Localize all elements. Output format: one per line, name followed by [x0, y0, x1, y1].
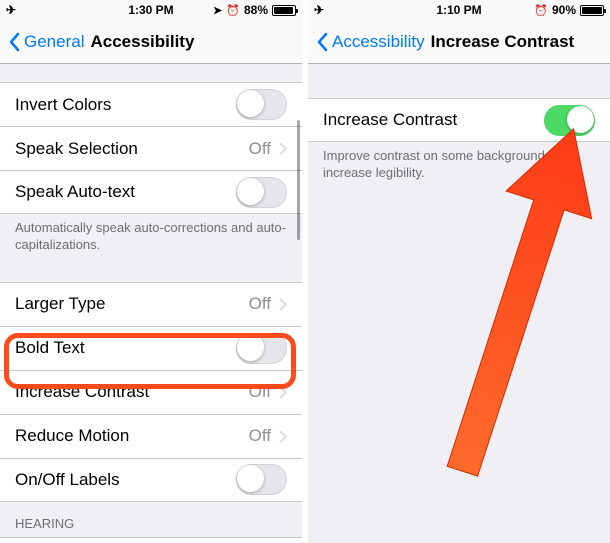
- phone-right: ✈ 1:10 PM ⏰ 90% Accessibility Increase C…: [308, 0, 610, 543]
- chevron-left-icon: [8, 32, 20, 52]
- toggle-switch[interactable]: [236, 464, 287, 495]
- row-larger-type[interactable]: Larger Type Off: [0, 282, 302, 326]
- battery-pct: 88%: [244, 3, 268, 17]
- alarm-icon: ⏰: [534, 4, 548, 17]
- row-bold-text[interactable]: Bold Text: [0, 326, 302, 370]
- status-bar: ✈ 1:10 PM ⏰ 90%: [308, 0, 610, 20]
- toggle-switch[interactable]: [544, 105, 595, 136]
- row-value: Off: [249, 139, 271, 159]
- battery-icon: [272, 5, 296, 16]
- airplane-icon: ✈: [314, 3, 324, 17]
- status-time: 1:10 PM: [436, 3, 481, 17]
- back-button[interactable]: General: [8, 32, 84, 52]
- row-label: Bold Text: [15, 338, 236, 358]
- toggle-switch[interactable]: [236, 89, 287, 120]
- battery-icon: [580, 5, 604, 16]
- airplane-icon: ✈: [6, 3, 16, 17]
- row-invert-colors[interactable]: Invert Colors: [0, 82, 302, 126]
- status-time: 1:30 PM: [128, 3, 173, 17]
- section-footer: Automatically speak auto-corrections and…: [0, 214, 302, 262]
- row-increase-contrast[interactable]: Increase Contrast Off: [0, 370, 302, 414]
- content-area[interactable]: Increase Contrast Improve contrast on so…: [308, 64, 610, 543]
- row-hearing-item[interactable]: [0, 537, 302, 543]
- nav-bar: General Accessibility: [0, 20, 302, 64]
- row-reduce-motion[interactable]: Reduce Motion Off: [0, 414, 302, 458]
- back-button[interactable]: Accessibility: [316, 32, 425, 52]
- page-title: Increase Contrast: [431, 32, 575, 52]
- location-icon: ➤: [213, 4, 222, 17]
- row-label: Invert Colors: [15, 95, 236, 115]
- row-value: Off: [249, 382, 271, 402]
- row-value: Off: [249, 426, 271, 446]
- row-label: Larger Type: [15, 294, 249, 314]
- back-label: Accessibility: [332, 32, 425, 52]
- row-increase-contrast[interactable]: Increase Contrast: [308, 98, 610, 142]
- toggle-switch[interactable]: [236, 333, 287, 364]
- back-label: General: [24, 32, 84, 52]
- row-onoff-labels[interactable]: On/Off Labels: [0, 458, 302, 502]
- chevron-right-icon: [279, 430, 287, 443]
- page-title: Accessibility: [90, 32, 194, 52]
- section-footer: Improve contrast on some backgrounds to …: [308, 142, 610, 190]
- toggle-switch[interactable]: [236, 177, 287, 208]
- row-speak-selection[interactable]: Speak Selection Off: [0, 126, 302, 170]
- scroll-indicator: [297, 120, 300, 240]
- row-label: Increase Contrast: [15, 382, 249, 402]
- content-area[interactable]: Invert Colors Speak Selection Off Speak …: [0, 64, 302, 543]
- nav-bar: Accessibility Increase Contrast: [308, 20, 610, 64]
- battery-pct: 90%: [552, 3, 576, 17]
- chevron-right-icon: [279, 386, 287, 399]
- row-speak-auto-text[interactable]: Speak Auto-text: [0, 170, 302, 214]
- row-label: Speak Selection: [15, 139, 249, 159]
- chevron-right-icon: [279, 298, 287, 311]
- row-label: Reduce Motion: [15, 426, 249, 446]
- row-value: Off: [249, 294, 271, 314]
- row-label: Increase Contrast: [323, 110, 544, 130]
- status-bar: ✈ 1:30 PM ➤ ⏰ 88%: [0, 0, 302, 20]
- phone-left: ✈ 1:30 PM ➤ ⏰ 88% General Accessibility …: [0, 0, 302, 543]
- section-header: HEARING: [0, 502, 302, 537]
- row-label: On/Off Labels: [15, 470, 236, 490]
- chevron-right-icon: [279, 142, 287, 155]
- chevron-left-icon: [316, 32, 328, 52]
- alarm-icon: ⏰: [226, 4, 240, 17]
- row-label: Speak Auto-text: [15, 182, 236, 202]
